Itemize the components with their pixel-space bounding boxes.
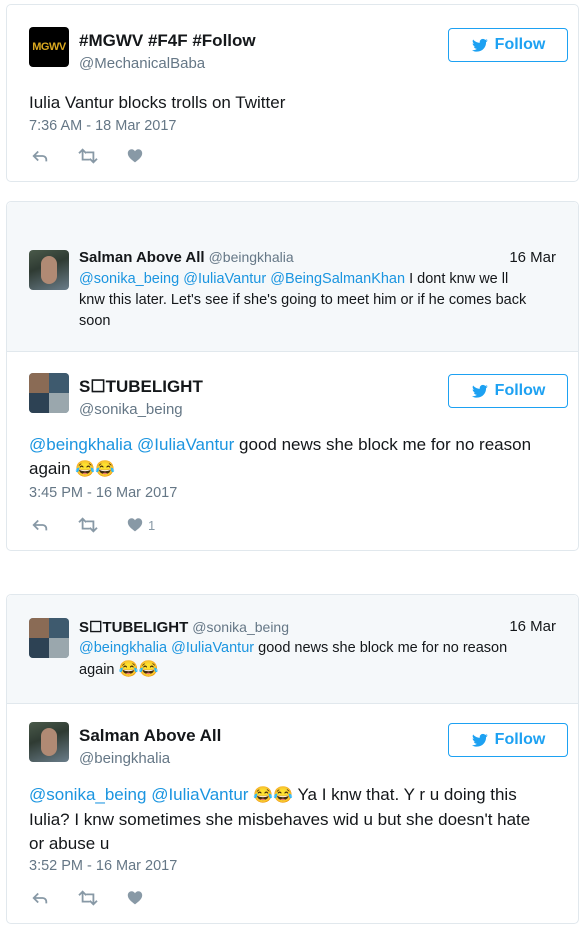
- author-handle[interactable]: @MechanicalBaba: [79, 55, 205, 72]
- mention-link[interactable]: @IuliaVantur: [183, 271, 266, 287]
- laughing-emoji: 😂😂: [118, 661, 159, 678]
- avatar[interactable]: [29, 722, 69, 762]
- reply-button[interactable]: [31, 516, 49, 534]
- tweet-actions: 1: [31, 515, 183, 535]
- like-button[interactable]: [127, 148, 143, 164]
- mention-link[interactable]: @BeingSalmanKhan: [270, 271, 405, 287]
- laughing-emoji: 😂😂: [253, 787, 294, 804]
- avatar[interactable]: [29, 373, 69, 413]
- reply-icon: [31, 889, 49, 907]
- mention-link[interactable]: @beingkhalia: [79, 640, 167, 656]
- retweet-icon: [77, 147, 99, 165]
- parent-text-line: knw this later. Let's see if she's going…: [79, 292, 527, 308]
- author-name[interactable]: #MGWV #F4F #Follow: [79, 31, 256, 51]
- parent-author-handle: @beingkhalia: [208, 249, 294, 265]
- follow-button[interactable]: Follow: [448, 28, 568, 62]
- avatar-logo-text: MGWV: [32, 41, 66, 53]
- tweet-text-line: again: [29, 459, 71, 478]
- retweet-button[interactable]: [77, 147, 99, 165]
- parent-author-name: S☐TUBELIGHT: [79, 619, 189, 636]
- tweet-text-line: Iulia? I knw sometimes she misbehaves wi…: [29, 810, 531, 829]
- reply-icon: [31, 147, 49, 165]
- tweet-timestamp[interactable]: 3:52 PM - 16 Mar 2017: [29, 858, 177, 874]
- parent-tweet[interactable]: S☐TUBELIGHT @sonika_being 16 Mar @beingkh…: [7, 595, 578, 704]
- parent-text-line: soon: [79, 313, 111, 329]
- parent-tweet[interactable]: Salman Above All @beingkhalia 16 Mar @son…: [7, 202, 578, 352]
- mention-link[interactable]: @sonika_being: [79, 271, 179, 287]
- like-count: 1: [148, 517, 156, 533]
- twitter-bird-icon: [471, 37, 489, 53]
- author-handle[interactable]: @sonika_being: [79, 401, 183, 418]
- parent-text: @beingkhalia @IuliaVantur good news she …: [79, 638, 559, 681]
- tweet-card: MGWV #MGWV #F4F #Follow @MechanicalBaba …: [6, 4, 579, 182]
- tweet-text-line: or abuse u: [29, 834, 110, 853]
- heart-icon: [127, 148, 143, 164]
- like-button[interactable]: [127, 890, 143, 906]
- tweet-card: S☐TUBELIGHT @sonika_being 16 Mar @beingkh…: [6, 594, 579, 924]
- mention-link[interactable]: @IuliaVantur: [137, 435, 234, 454]
- parent-date[interactable]: 16 Mar: [509, 249, 556, 266]
- mention-link[interactable]: @IuliaVantur: [171, 640, 254, 656]
- tweet-text-line: good news she block me for no reason: [239, 435, 532, 454]
- mention-link[interactable]: @beingkhalia: [29, 435, 132, 454]
- tweet-timestamp[interactable]: 7:36 AM - 18 Mar 2017: [29, 118, 177, 134]
- parent-text: @sonika_being @IuliaVantur @BeingSalmanK…: [79, 269, 559, 332]
- tweet-text: @sonika_being @IuliaVantur 😂😂 Ya I knw t…: [29, 783, 569, 856]
- heart-icon: [127, 890, 143, 906]
- reply-button[interactable]: [31, 147, 49, 165]
- parent-author-handle: @sonika_being: [192, 619, 290, 635]
- follow-label: Follow: [494, 731, 546, 748]
- follow-label: Follow: [494, 36, 546, 53]
- reply-icon: [31, 516, 49, 534]
- tweet-text-line: Ya I knw that. Y r u doing this: [297, 785, 517, 804]
- retweet-button[interactable]: [77, 516, 99, 534]
- retweet-icon: [77, 516, 99, 534]
- retweet-icon: [77, 889, 99, 907]
- parent-author-name: Salman Above All: [79, 249, 205, 266]
- tweet-actions: [31, 888, 171, 908]
- follow-button[interactable]: Follow: [448, 374, 568, 408]
- avatar[interactable]: [29, 250, 69, 290]
- parent-text-line: I dont knw we ll: [409, 271, 509, 287]
- follow-label: Follow: [494, 382, 546, 399]
- parent-author[interactable]: S☐TUBELIGHT @sonika_being: [79, 618, 289, 636]
- parent-text-line: good news she block me for no reason: [258, 640, 508, 656]
- tweet-text: @beingkhalia @IuliaVantur good news she …: [29, 433, 559, 482]
- author-handle[interactable]: @beingkhalia: [79, 750, 170, 767]
- tweet-text: Iulia Vantur blocks trolls on Twitter: [29, 93, 286, 112]
- mention-link[interactable]: @sonika_being: [29, 785, 146, 804]
- author-name[interactable]: S☐TUBELIGHT: [79, 377, 203, 397]
- tweet-timestamp[interactable]: 3:45 PM - 16 Mar 2017: [29, 485, 177, 501]
- heart-icon: [127, 517, 143, 533]
- follow-button[interactable]: Follow: [448, 723, 568, 757]
- laughing-emoji: 😂😂: [75, 461, 116, 478]
- avatar[interactable]: MGWV: [29, 27, 69, 67]
- mention-link[interactable]: @IuliaVantur: [151, 785, 248, 804]
- twitter-bird-icon: [471, 383, 489, 399]
- reply-button[interactable]: [31, 889, 49, 907]
- retweet-button[interactable]: [77, 889, 99, 907]
- twitter-bird-icon: [471, 732, 489, 748]
- tweet-card: Salman Above All @beingkhalia 16 Mar @son…: [6, 201, 579, 551]
- parent-author[interactable]: Salman Above All @beingkhalia: [79, 249, 294, 266]
- avatar[interactable]: [29, 618, 69, 658]
- parent-date[interactable]: 16 Mar: [509, 618, 556, 635]
- author-name[interactable]: Salman Above All: [79, 726, 221, 746]
- tweet-actions: [31, 146, 171, 166]
- like-button[interactable]: 1: [127, 517, 155, 533]
- parent-text-line: again: [79, 662, 115, 678]
